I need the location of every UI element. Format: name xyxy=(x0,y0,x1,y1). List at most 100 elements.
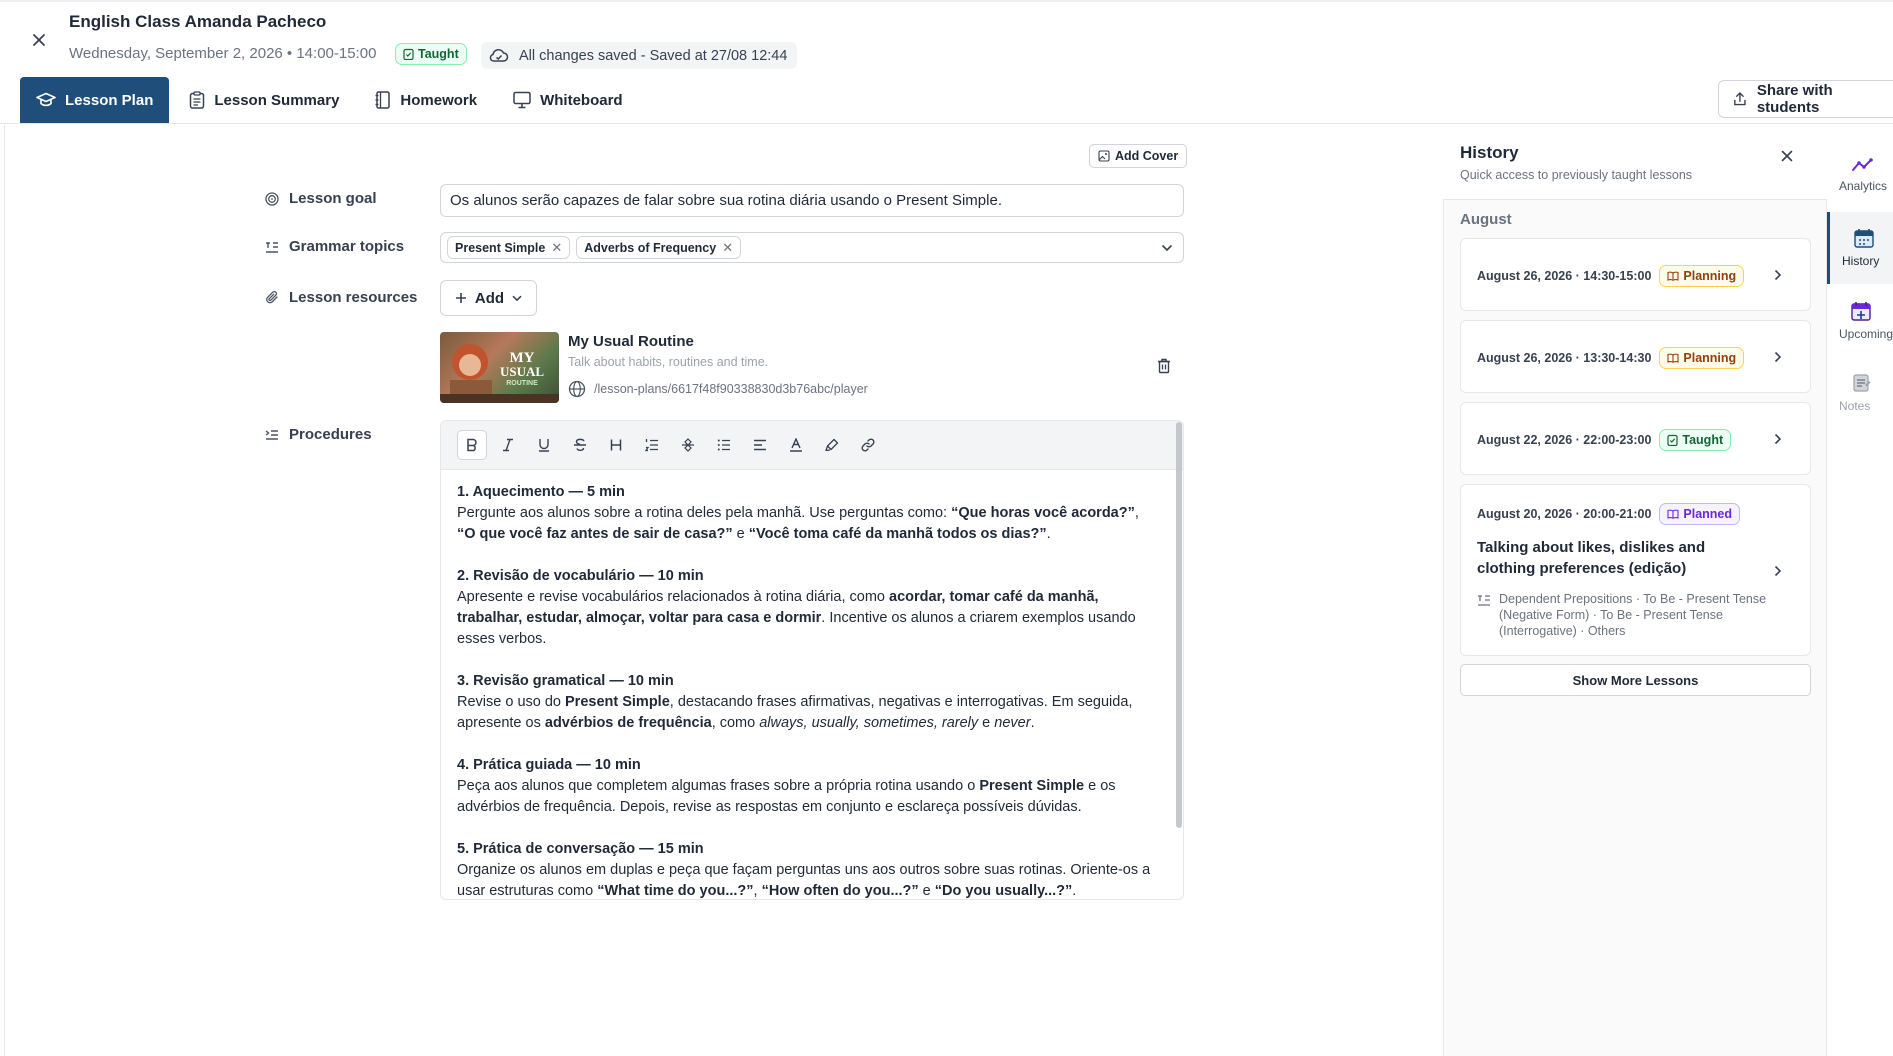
bold-icon xyxy=(467,438,477,452)
grammar-topics-label: Grammar topics xyxy=(265,238,404,255)
remove-topic-icon[interactable]: ✕ xyxy=(551,240,562,256)
rail-item-notes[interactable]: Notes xyxy=(1827,357,1893,429)
calendar-upcoming-icon xyxy=(1851,302,1871,321)
history-card[interactable]: August 26, 2026 · 13:30-14:30 Planning xyxy=(1460,320,1811,393)
underline-button[interactable] xyxy=(529,430,559,460)
tab-lesson-summary[interactable]: Lesson Summary xyxy=(173,77,355,123)
bullet-list-button[interactable] xyxy=(709,430,739,460)
graduation-cap-icon xyxy=(36,92,56,107)
procedure-text: . xyxy=(1030,715,1035,731)
lesson-goal-label: Lesson goal xyxy=(265,190,377,207)
text-lines-icon xyxy=(1478,595,1490,606)
share-icon xyxy=(1734,92,1746,106)
editor-content[interactable]: 1. Aquecimento — 5 min Pergunte aos aluno… xyxy=(441,470,1183,899)
procedure-text: . xyxy=(1046,526,1051,542)
bold-button[interactable] xyxy=(457,430,487,460)
procedure-heading: 2. Revisão de vocabulário — 10 min xyxy=(457,568,704,584)
add-cover-button[interactable]: Add Cover xyxy=(1089,144,1188,168)
procedure-text: Peça aos alunos que completem algumas fr… xyxy=(457,778,980,794)
share-with-students-button[interactable]: Share with students xyxy=(1718,80,1893,118)
notes-icon xyxy=(1853,374,1871,392)
resource-link[interactable]: /lesson-plans/6617f48f90338830d3b76abc/p… xyxy=(568,380,868,398)
procedure-heading: 1. Aquecimento — 5 min xyxy=(457,484,625,500)
link-button[interactable] xyxy=(853,430,883,460)
rail-item-history[interactable]: History xyxy=(1827,212,1893,284)
editor-toolbar xyxy=(441,421,1183,470)
italic-button[interactable] xyxy=(493,430,523,460)
card-meta: August 22, 2026 · 22:00-23:00 Taught xyxy=(1477,429,1810,451)
text-color-icon xyxy=(790,438,802,452)
procedure-text: . xyxy=(1072,883,1077,899)
procedure-text: Present Simple xyxy=(979,778,1085,794)
resource-title[interactable]: My Usual Routine xyxy=(568,333,694,350)
clipboard-check-icon xyxy=(403,48,414,60)
procedure-text: advérbios de frequência xyxy=(544,715,712,731)
card-topics: Dependent Prepositions · To Be - Present… xyxy=(1477,591,1767,639)
editor-scrollbar[interactable] xyxy=(1176,422,1182,828)
add-resource-button[interactable]: Add xyxy=(440,280,537,316)
text-lines-icon xyxy=(266,241,278,253)
procedure-text: Apresente e revise vocabulários relacion… xyxy=(457,589,890,605)
ordered-list-button[interactable] xyxy=(637,430,667,460)
lesson-tabs: Lesson Plan Lesson Summary Homework Whit… xyxy=(20,77,639,123)
tab-lesson-plan[interactable]: Lesson Plan xyxy=(20,77,170,123)
grammar-topics-select[interactable]: Present Simple ✕ Adverbs of Frequency ✕ xyxy=(440,232,1184,263)
plus-icon xyxy=(455,293,466,303)
underline-icon xyxy=(539,439,549,452)
highlight-button[interactable] xyxy=(817,430,847,460)
align-button[interactable] xyxy=(745,430,775,460)
chevron-down-icon xyxy=(512,295,522,301)
ordered-list-icon xyxy=(645,439,658,452)
presentation-icon xyxy=(513,91,531,109)
resource-thumbnail[interactable]: MY USUAL ROUTINE xyxy=(440,332,559,403)
procedure-heading: 4. Prática guiada — 10 min xyxy=(457,757,641,773)
show-more-lessons-button[interactable]: Show More Lessons xyxy=(1460,664,1811,696)
heading-icon xyxy=(610,439,622,451)
lesson-datetime: Wednesday, September 2, 2026 • 14:00-15:… xyxy=(69,45,377,62)
chevron-down-icon[interactable] xyxy=(1161,244,1173,252)
close-history-button[interactable] xyxy=(1781,150,1793,162)
procedure-text: always, usually, sometimes, rarely xyxy=(759,715,979,731)
history-card[interactable]: August 26, 2026 · 14:30-15:00 Planning xyxy=(1460,238,1811,311)
heading-button[interactable] xyxy=(601,430,631,460)
text-color-button[interactable] xyxy=(781,430,811,460)
cloud-check-icon xyxy=(489,48,509,62)
topic-chip: Present Simple ✕ xyxy=(447,236,571,259)
rail-item-upcoming[interactable]: Upcoming xyxy=(1827,285,1893,357)
tab-homework[interactable]: Homework xyxy=(359,77,493,123)
horizontal-rule-button[interactable] xyxy=(673,430,703,460)
chevron-right-icon xyxy=(1774,565,1782,577)
clipboard-icon xyxy=(190,91,205,109)
procedure-text: “O que você faz antes de sair de casa?” xyxy=(457,526,733,542)
status-badge: Planning xyxy=(1659,265,1745,287)
procedure-text: Present Simple xyxy=(565,694,670,710)
strikethrough-button[interactable] xyxy=(565,430,595,460)
lesson-goal-input[interactable] xyxy=(440,184,1184,217)
procedure-text: Revise o uso do xyxy=(457,694,566,710)
procedures-editor[interactable]: 1. Aquecimento — 5 min Pergunte aos aluno… xyxy=(440,420,1184,900)
procedure-text: , xyxy=(753,883,762,899)
card-meta: August 26, 2026 · 14:30-15:00 Planning xyxy=(1477,265,1810,287)
lesson-title: English Class Amanda Pacheco xyxy=(69,12,327,31)
highlight-icon xyxy=(825,438,839,452)
procedure-text: never xyxy=(994,715,1031,731)
history-card[interactable]: August 22, 2026 · 22:00-23:00 Taught xyxy=(1460,402,1811,475)
image-plus-icon xyxy=(1098,150,1110,162)
remove-topic-icon[interactable]: ✕ xyxy=(722,240,733,256)
rail-item-analytics[interactable]: Analytics xyxy=(1827,139,1893,211)
history-title: History xyxy=(1460,143,1519,162)
book-open-icon xyxy=(1667,271,1679,281)
procedure-text: “What time do you...?” xyxy=(597,883,754,899)
procedure-step: 2. Revisão de vocabulário — 10 min Aprese… xyxy=(457,566,1161,650)
link-icon xyxy=(861,438,875,452)
close-button[interactable] xyxy=(26,27,52,53)
align-icon xyxy=(754,439,766,451)
delete-resource-button[interactable] xyxy=(1157,358,1171,374)
history-card[interactable]: August 20, 2026 · 20:00-21:00 Planned Ta… xyxy=(1460,484,1811,656)
tab-whiteboard[interactable]: Whiteboard xyxy=(497,77,639,123)
chevron-right-icon xyxy=(1774,351,1782,363)
close-icon xyxy=(1781,150,1793,162)
thumb-text: ROUTINE xyxy=(506,380,538,387)
notebook-icon xyxy=(375,91,391,109)
procedure-text: , xyxy=(1134,505,1139,521)
